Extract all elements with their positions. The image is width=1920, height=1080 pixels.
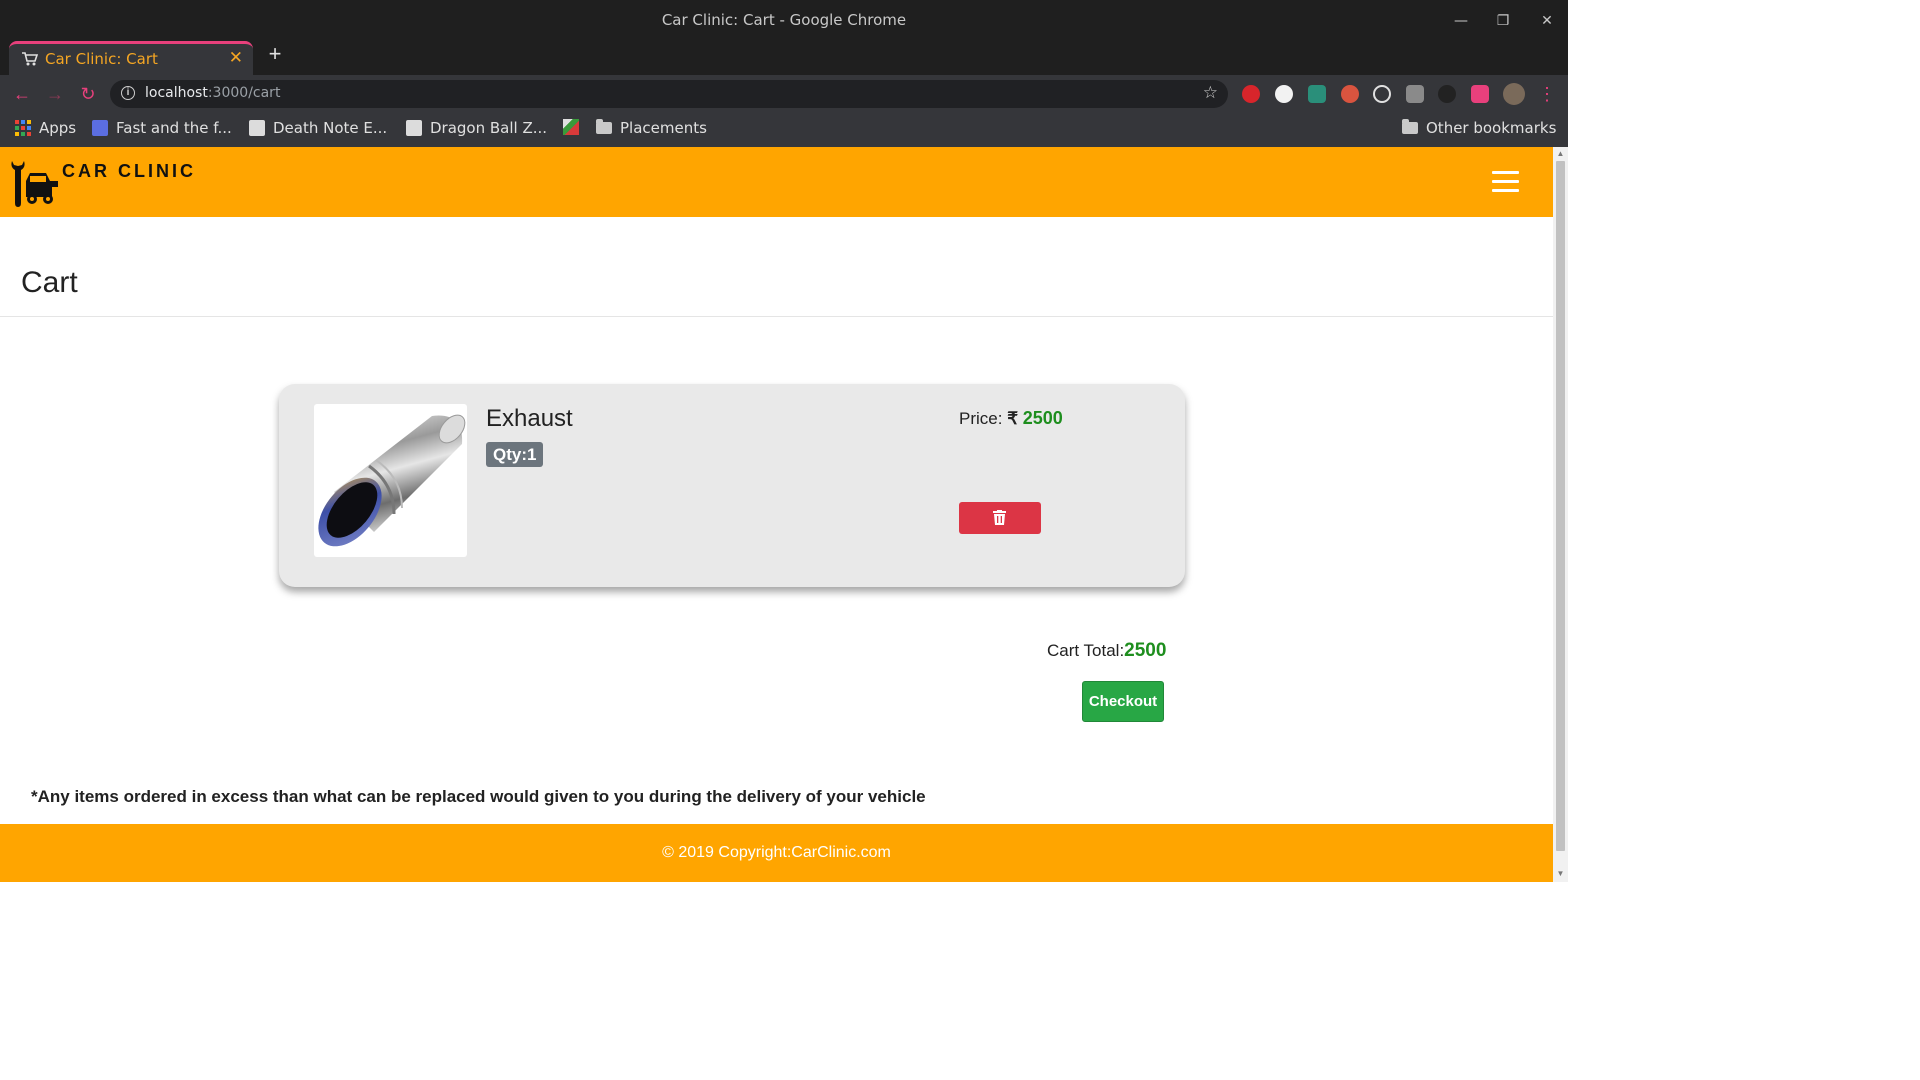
car-wrench-logo-icon[interactable] <box>8 157 62 209</box>
folder-icon <box>596 119 612 134</box>
product-name[interactable]: Exhaust <box>486 405 573 433</box>
address-bar[interactable]: i localhost:3000/cart ☆ <box>110 80 1228 108</box>
product-image <box>314 404 467 557</box>
url-text[interactable]: localhost:3000/cart <box>145 85 280 101</box>
bookmark-star-icon[interactable]: ☆ <box>1203 83 1218 103</box>
scrollbar-thumb[interactable] <box>1556 161 1565 851</box>
product-price: Price: ₹ 2500 <box>959 408 1063 429</box>
url-path: :3000/cart <box>207 85 281 101</box>
rupee-icon: ₹ <box>1007 409 1019 428</box>
profile-avatar[interactable] <box>1503 83 1525 105</box>
cart-total: Cart Total:2500 <box>1047 640 1166 662</box>
extension-adblock-icon[interactable] <box>1242 85 1260 103</box>
bookmark-favicon-icon <box>92 120 108 136</box>
tab-strip: Car Clinic: Cart ✕ <box>0 41 1568 75</box>
minimize-icon[interactable]: — <box>1450 10 1472 32</box>
extensions-puzzle-icon[interactable] <box>1471 85 1489 103</box>
exhaust-pipe-image <box>318 414 466 547</box>
bookmark-label: Placements <box>620 119 707 137</box>
scroll-down-icon[interactable]: ▼ <box>1556 869 1565 879</box>
price-value: 2500 <box>1022 408 1063 428</box>
bookmark-death-note[interactable]: Death Note E... <box>249 119 387 137</box>
forward-arrow-icon[interactable]: → <box>44 83 66 105</box>
bookmark-label: Dragon Ball Z... <box>430 119 548 137</box>
bookmark-label: Death Note E... <box>273 119 388 137</box>
tab-car-clinic-cart[interactable]: Car Clinic: Cart ✕ <box>9 41 253 75</box>
page-title: Cart <box>21 266 78 299</box>
page-scrollbar[interactable]: ▲ ▼ <box>1553 147 1568 882</box>
bookmark-favicon-icon <box>563 119 579 135</box>
divider <box>0 316 1553 317</box>
reload-icon[interactable]: ↻ <box>77 83 99 105</box>
page-viewport: CAR CLINIC Cart Exhaust Qty:1 Price: ₹ 2… <box>0 147 1553 882</box>
bookmark-favicon-icon <box>249 120 265 136</box>
quantity-badge: Qty:1 <box>486 442 544 467</box>
delivery-note: *Any items ordered in excess than what c… <box>31 787 926 806</box>
bookmark-dragon-ball-z[interactable]: Dragon Ball Z... <box>406 119 547 137</box>
price-label: Price: <box>959 409 1003 428</box>
cart-favicon-icon <box>22 52 39 66</box>
browser-toolbar: ← → ↻ i localhost:3000/cart ☆ ⋮ <box>0 75 1568 113</box>
cart-total-value: 2500 <box>1124 640 1167 661</box>
bookmark-favicon-icon <box>406 120 422 136</box>
window-title: Car Clinic: Cart - Google Chrome <box>661 11 907 29</box>
remove-item-button[interactable] <box>959 502 1041 534</box>
bookmark-fast-and-the-f[interactable]: Fast and the f... <box>92 119 232 137</box>
bookmark-label: Fast and the f... <box>116 119 232 137</box>
site-footer: © 2019 Copyright:CarClinic.com <box>0 824 1553 882</box>
chrome-menu-icon[interactable]: ⋮ <box>1536 83 1558 105</box>
extension-dark-icon[interactable] <box>1438 85 1456 103</box>
extension-k-icon[interactable] <box>1406 85 1424 103</box>
hamburger-menu-icon[interactable] <box>1492 171 1519 193</box>
apps-grid-icon <box>15 120 31 136</box>
close-window-icon[interactable]: ✕ <box>1536 10 1558 32</box>
window-titlebar: Car Clinic: Cart - Google Chrome — ❐ ✕ <box>0 0 1568 41</box>
bookmark-folder-placements[interactable]: Placements <box>596 119 707 137</box>
url-host: localhost <box>145 85 208 101</box>
cart-total-label: Cart Total: <box>1047 641 1125 660</box>
folder-icon <box>1402 119 1418 134</box>
site-navbar: CAR CLINIC <box>0 147 1553 217</box>
restore-icon[interactable]: ❐ <box>1492 10 1514 32</box>
back-arrow-icon[interactable]: ← <box>11 83 33 105</box>
bookmarks-bar: Apps Fast and the f... Death Note E... D… <box>0 113 1568 147</box>
other-bookmarks-label: Other bookmarks <box>1426 119 1557 137</box>
tab-title: Car Clinic: Cart <box>45 50 158 68</box>
cart-item-card: Exhaust Qty:1 Price: ₹ 2500 <box>279 384 1185 587</box>
extension-circle-icon[interactable] <box>1275 85 1293 103</box>
bookmark-unnamed[interactable] <box>563 119 579 135</box>
tab-close-icon[interactable]: ✕ <box>229 48 243 68</box>
extension-glasses-icon[interactable] <box>1341 85 1359 103</box>
bookmark-label: Apps <box>39 119 77 137</box>
extension-react-icon[interactable] <box>1373 85 1391 103</box>
trash-icon <box>993 510 1006 525</box>
site-info-icon[interactable]: i <box>121 86 135 100</box>
brand-name[interactable]: CAR CLINIC <box>62 161 196 182</box>
other-bookmarks[interactable]: Other bookmarks <box>1402 119 1556 137</box>
new-tab-button[interactable]: + <box>264 43 286 65</box>
checkout-button[interactable]: Checkout <box>1082 681 1164 722</box>
scroll-up-icon[interactable]: ▲ <box>1556 149 1565 159</box>
extension-s-icon[interactable] <box>1308 85 1326 103</box>
bookmark-apps[interactable]: Apps <box>15 119 76 137</box>
footer-copyright: © 2019 Copyright:CarClinic.com <box>662 844 891 861</box>
